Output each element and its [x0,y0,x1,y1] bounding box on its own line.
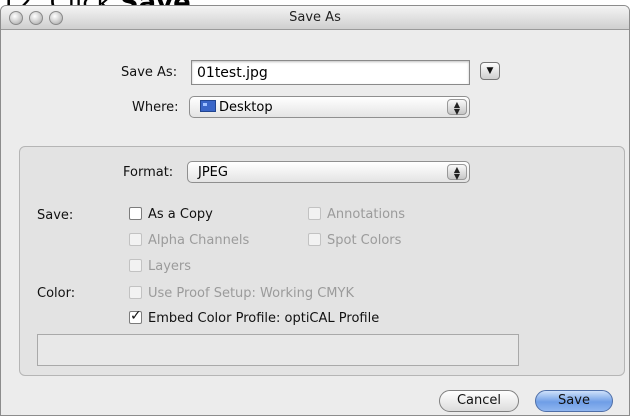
spot-colors-label: Spot Colors [327,233,402,248]
checkbox-box: ✓ [129,308,142,324]
use-proof-setup-checkbox: Use Proof Setup: Working CMYK [129,286,354,301]
format-value: JPEG [198,165,228,180]
filename-value: 01test.jpg [197,65,268,81]
where-value: Desktop [219,100,273,115]
chevron-down-icon: ▼ [486,66,494,76]
format-label: Format: [123,165,174,180]
save-as-label: Save As: [121,65,178,80]
desktop-folder-icon [200,100,216,112]
as-a-copy-label: As a Copy [148,207,213,222]
use-proof-setup-label: Use Proof Setup: Working CMYK [148,286,354,301]
save-button[interactable]: Save [535,390,613,412]
where-label: Where: [132,100,179,115]
popup-arrows-icon: ▲ ▼ [447,99,467,116]
checkbox-box [129,286,142,299]
where-popup[interactable]: Desktop ▲ ▼ [189,96,470,118]
annotations-checkbox: Annotations [308,207,405,222]
checkmark-icon: ✓ [130,308,142,324]
save-options-label: Save: [37,208,74,223]
alpha-channels-label: Alpha Channels [148,233,250,248]
embed-color-profile-checkbox[interactable]: ✓ Embed Color Profile: optiCAL Profile [129,308,380,326]
layers-checkbox: Layers [129,259,191,274]
cancel-button[interactable]: Cancel [439,390,519,412]
layers-label: Layers [148,259,192,274]
spot-colors-checkbox: Spot Colors [308,233,401,248]
embed-color-profile-label: Embed Color Profile: optiCAL Profile [148,311,380,326]
expand-browser-button[interactable]: ▼ [480,62,500,80]
filename-input[interactable]: 01test.jpg [191,60,470,85]
color-options-label: Color: [37,286,76,301]
checkbox-box [129,233,142,246]
checkbox-box [308,207,321,220]
title-bar: Save As [1,6,629,30]
annotations-label: Annotations [327,207,406,222]
checkbox-box [129,207,142,220]
checkbox-box [129,259,142,272]
format-popup[interactable]: JPEG ▲ ▼ [187,161,470,183]
as-a-copy-checkbox[interactable]: As a Copy [129,207,213,222]
popup-arrows-icon: ▲ ▼ [447,164,467,181]
save-as-dialog: Save As Save As: 01test.jpg ▼ Where: Des… [0,5,630,416]
checkbox-box [308,233,321,246]
info-field [37,334,519,366]
alpha-channels-checkbox: Alpha Channels [129,233,249,248]
window-title: Save As [289,10,341,25]
